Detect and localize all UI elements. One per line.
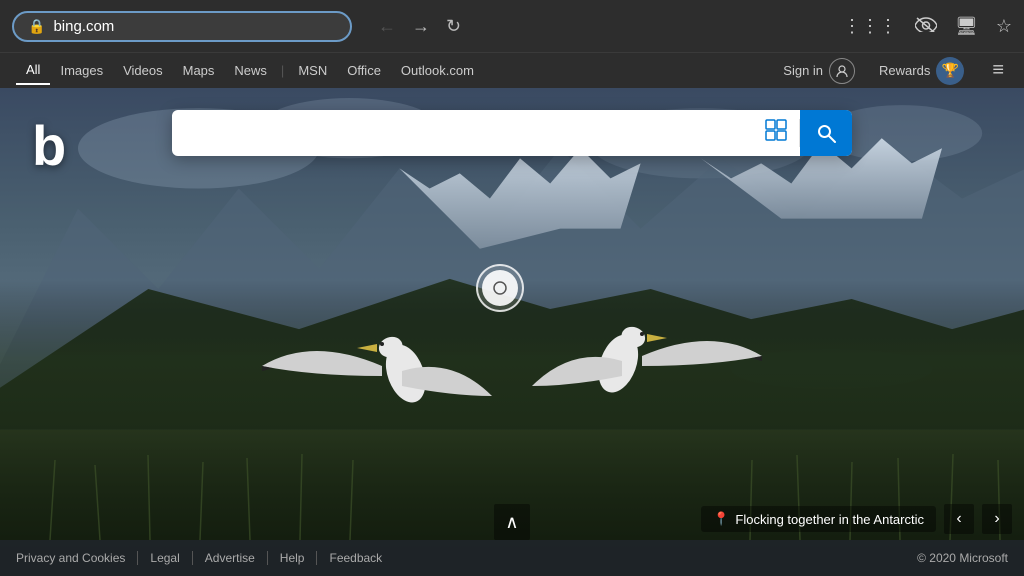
scroll-up-button[interactable]: ∧	[494, 504, 530, 540]
next-image-button[interactable]: ›	[982, 504, 1012, 534]
favorites-icon[interactable]: ☆	[996, 16, 1012, 37]
footer-advertise-link[interactable]: Advertise	[193, 551, 268, 565]
tab-msn[interactable]: MSN	[288, 57, 337, 84]
search-bar	[172, 110, 852, 156]
address-bar[interactable]: 🔒 bing.com	[12, 11, 352, 42]
address-text: bing.com	[53, 18, 336, 35]
rewards-button[interactable]: Rewards 🏆	[871, 53, 972, 89]
location-pin-icon: 📍	[713, 511, 729, 527]
sign-in-label: Sign in	[783, 63, 823, 78]
forward-button[interactable]: →	[412, 17, 430, 35]
nav-right: Sign in Rewards 🏆 ≡	[775, 53, 1008, 89]
play-button[interactable]	[476, 264, 524, 312]
rewards-label: Rewards	[879, 63, 930, 78]
main-content: b	[0, 88, 1024, 576]
nav-buttons: ← → ↻	[378, 17, 461, 35]
footer-feedback-link[interactable]: Feedback	[317, 551, 394, 565]
search-submit-button[interactable]	[800, 110, 852, 156]
browser-chrome: 🔒 bing.com ← → ↻ ⋮⋮⋮ 🖥 ☆ All Images Vide…	[0, 0, 1024, 88]
tab-office[interactable]: Office	[337, 57, 391, 84]
hamburger-button[interactable]: ≡	[988, 55, 1008, 86]
bing-b-letter: b	[32, 114, 66, 177]
tab-all[interactable]: All	[16, 56, 50, 85]
bing-logo[interactable]: b	[32, 118, 66, 174]
play-inner-circle	[482, 270, 518, 306]
lock-icon: 🔒	[28, 18, 45, 35]
eye-icon[interactable]	[915, 16, 937, 37]
location-tag: 📍 Flocking together in the Antarctic	[701, 506, 936, 532]
footer-legal-link[interactable]: Legal	[138, 551, 192, 565]
sign-in-button[interactable]: Sign in	[775, 54, 863, 88]
search-input[interactable]	[172, 124, 753, 142]
tv-icon[interactable]: 🖥	[955, 16, 978, 37]
search-container	[172, 110, 852, 156]
image-info-bar: 📍 Flocking together in the Antarctic ‹ ›	[689, 498, 1024, 540]
apps-icon[interactable]: ⋮⋮⋮	[843, 16, 897, 37]
tab-outlook[interactable]: Outlook.com	[391, 57, 484, 84]
prev-image-button[interactable]: ‹	[944, 504, 974, 534]
image-caption-text: Flocking together in the Antarctic	[735, 512, 924, 527]
tab-images[interactable]: Images	[50, 57, 113, 84]
tab-videos[interactable]: Videos	[113, 57, 173, 84]
footer-links: Privacy and Cookies Legal Advertise Help…	[16, 551, 394, 565]
copyright-text: © 2020 Microsoft	[917, 551, 1008, 565]
chevron-up-icon: ∧	[505, 512, 518, 533]
footer: Privacy and Cookies Legal Advertise Help…	[0, 540, 1024, 576]
refresh-button[interactable]: ↻	[446, 17, 461, 35]
footer-help-link[interactable]: Help	[268, 551, 318, 565]
search-icon	[816, 123, 836, 143]
toolbar-icons: ⋮⋮⋮ 🖥 ☆	[843, 16, 1012, 37]
visual-search-icon[interactable]	[753, 119, 800, 147]
user-avatar-icon	[829, 58, 855, 84]
rewards-badge-icon: 🏆	[936, 57, 964, 85]
nav-tabs: All Images Videos Maps News | MSN Office…	[0, 52, 1024, 88]
footer-privacy-link[interactable]: Privacy and Cookies	[16, 551, 138, 565]
address-bar-row: 🔒 bing.com ← → ↻ ⋮⋮⋮ 🖥 ☆	[0, 0, 1024, 52]
nav-separator: |	[281, 63, 284, 78]
tab-news[interactable]: News	[224, 57, 277, 84]
back-button[interactable]: ←	[378, 17, 396, 35]
tab-maps[interactable]: Maps	[173, 57, 225, 84]
play-triangle-icon	[493, 281, 507, 295]
